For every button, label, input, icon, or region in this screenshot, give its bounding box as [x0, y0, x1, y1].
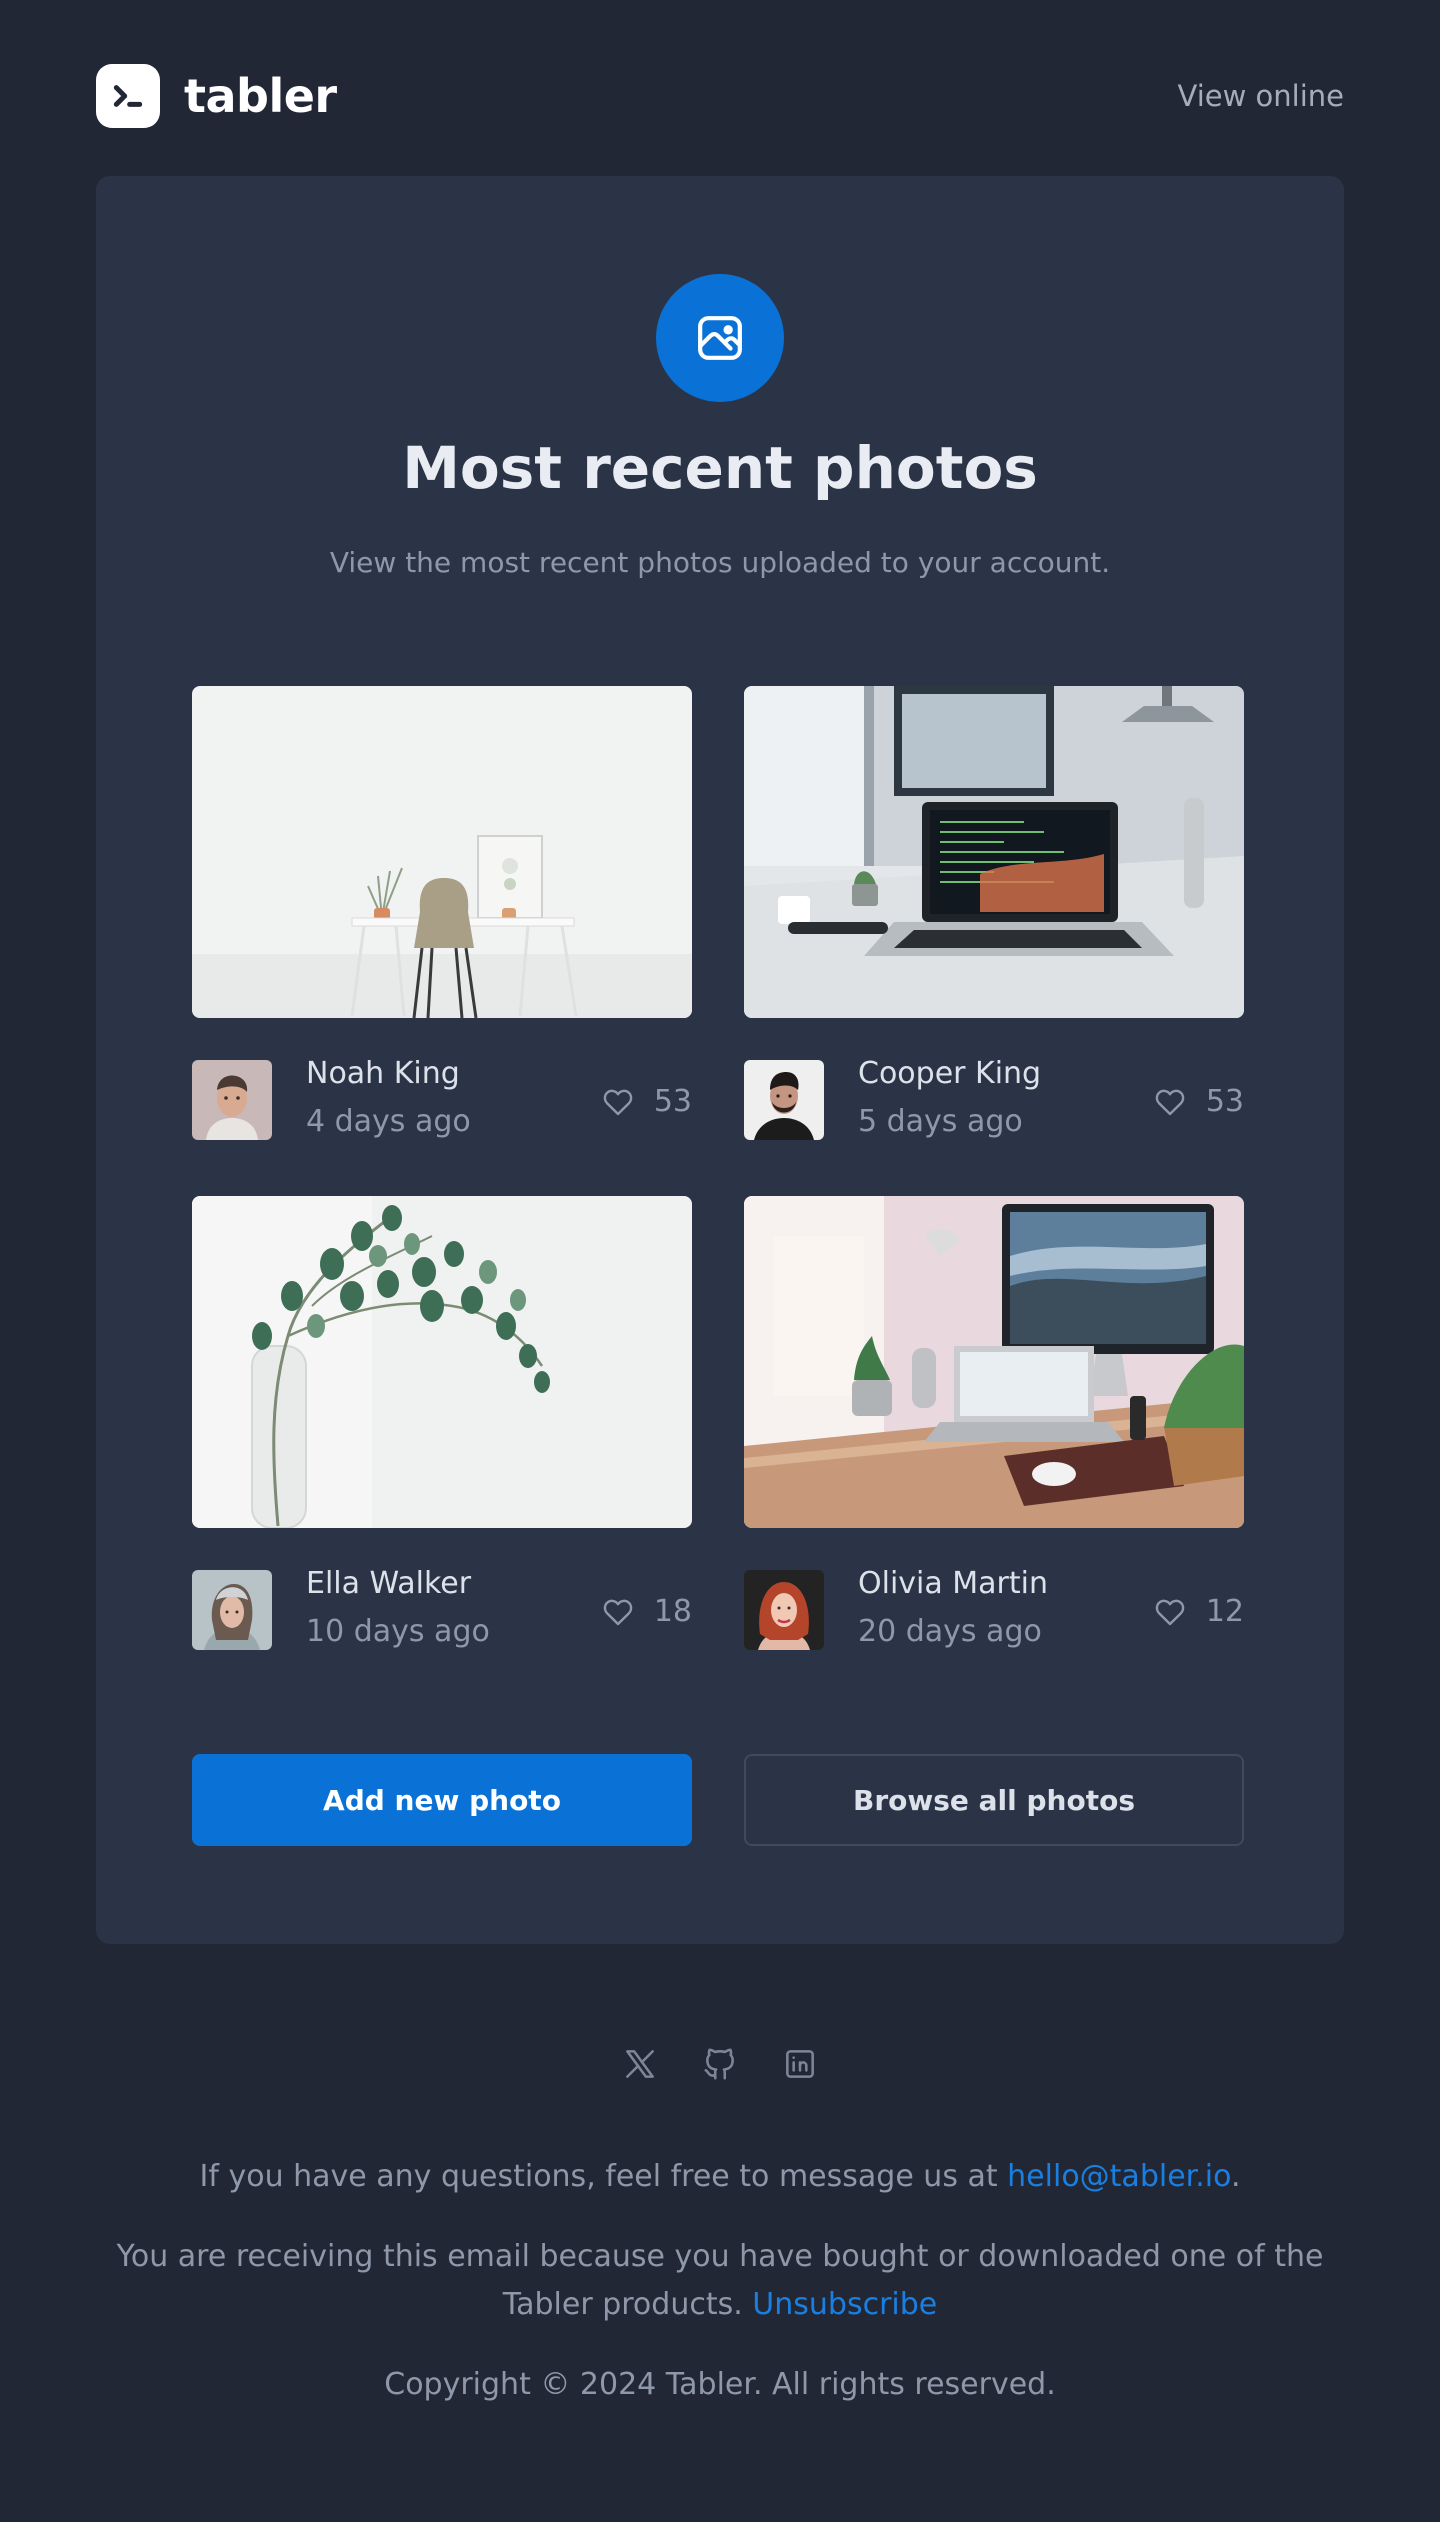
footer-questions-text: If you have any questions, feel free to … [199, 2159, 1008, 2194]
like-counter[interactable]: 18 [600, 1594, 692, 1630]
like-counter[interactable]: 53 [600, 1084, 692, 1120]
photo-minimal-desk-chair[interactable] [192, 686, 692, 1018]
photo-laptop-code-desk[interactable] [744, 686, 1244, 1018]
footer-period: . [1230, 2159, 1241, 2194]
like-count: 53 [1205, 1084, 1244, 1119]
content-card: Most recent photos View the most recent … [96, 176, 1344, 1944]
upload-time: 20 days ago [858, 1614, 1042, 1649]
view-online-link[interactable]: View online [1178, 79, 1345, 113]
avatar [744, 1060, 824, 1140]
heart-icon [1155, 1089, 1185, 1116]
photo-home-office-imac[interactable] [744, 1196, 1244, 1528]
page-subtitle: View the most recent photos uploaded to … [329, 546, 1111, 579]
unsubscribe-link[interactable]: Unsubscribe [752, 2287, 937, 2322]
heart-icon [603, 1599, 633, 1626]
heart-icon [1155, 1599, 1185, 1626]
footer-receiving-text: You are receiving this email because you… [116, 2239, 1324, 2322]
email-header: tabler View online [96, 64, 1344, 128]
avatar [744, 1570, 824, 1650]
upload-time: 4 days ago [306, 1104, 471, 1139]
add-new-photo-button[interactable]: Add new photo [192, 1754, 692, 1846]
brand-name: tabler [184, 69, 337, 123]
page-title: Most recent photos [402, 434, 1038, 502]
like-count: 18 [653, 1594, 692, 1629]
like-counter[interactable]: 12 [1152, 1594, 1244, 1630]
footer-receiving: You are receiving this email because you… [96, 2233, 1344, 2329]
photo-icon [656, 274, 784, 402]
author-name[interactable]: Olivia Martin [858, 1566, 1048, 1602]
upload-time: 10 days ago [306, 1614, 490, 1649]
like-count: 12 [1205, 1594, 1244, 1629]
author-name[interactable]: Ella Walker [306, 1566, 471, 1602]
like-counter[interactable]: 53 [1152, 1084, 1244, 1120]
author-name[interactable]: Cooper King [858, 1056, 1041, 1092]
brand-logo[interactable]: tabler [96, 64, 337, 128]
photo-eucalyptus-vase[interactable] [192, 1196, 692, 1528]
social-links [0, 2044, 1440, 2084]
browse-all-photos-button[interactable]: Browse all photos [744, 1754, 1244, 1846]
like-count: 53 [653, 1084, 692, 1119]
author-name[interactable]: Noah King [306, 1056, 460, 1092]
avatar [192, 1060, 272, 1140]
contact-email-link[interactable]: hello@tabler.io [1007, 2159, 1231, 2194]
terminal-icon [96, 64, 160, 128]
upload-time: 5 days ago [858, 1104, 1023, 1139]
heart-icon [603, 1089, 633, 1116]
footer-copyright: Copyright © 2024 Tabler. All rights rese… [384, 2367, 1056, 2402]
avatar [192, 1570, 272, 1650]
x-icon[interactable] [620, 2044, 660, 2084]
github-icon[interactable] [700, 2044, 740, 2084]
footer-questions: If you have any questions, feel free to … [96, 2153, 1344, 2201]
linkedin-icon[interactable] [780, 2044, 820, 2084]
